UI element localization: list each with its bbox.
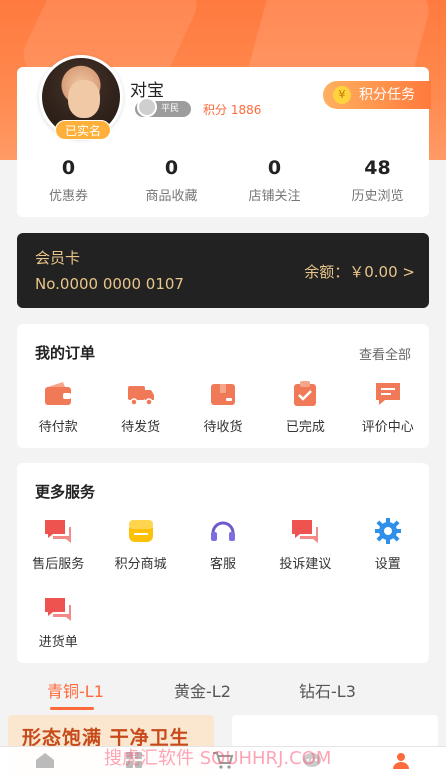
services-title: 更多服务 — [35, 483, 96, 501]
service-label: 客服 — [209, 557, 236, 572]
service-purchase-list[interactable]: 进货单 — [17, 595, 99, 650]
order-label: 评价中心 — [361, 420, 414, 435]
service-label: 投诉建议 — [279, 557, 332, 572]
order-pending-payment[interactable]: 待付款 — [17, 380, 99, 435]
stat-follows[interactable]: 0 店铺关注 — [223, 157, 326, 204]
nav-home[interactable] — [0, 747, 89, 775]
stat-value: 0 — [267, 157, 282, 179]
profile-card: 已实名 对宝 平民 积分 1886 ¥ 积分任务 0 优惠券 0 商品收藏 0 … — [17, 55, 431, 217]
service-points-mall[interactable]: 积分商城 — [99, 517, 181, 572]
crown-icon — [137, 97, 157, 117]
verified-badge: 已实名 — [55, 120, 111, 140]
orders-card: 我的订单 查看全部 待付款 待发货 待收货 已完成 评价中心 — [17, 324, 429, 448]
order-label: 待付款 — [38, 420, 78, 435]
member-card-title: 会员卡 — [35, 249, 81, 267]
member-card-number: No.0000 0000 0107 — [35, 275, 184, 293]
gear-icon — [374, 518, 401, 544]
order-review-center[interactable]: 评价中心 — [347, 380, 429, 435]
level-tabs: 青铜-L1 黄金-L2 钻石-L3 — [0, 672, 446, 712]
stat-value: 0 — [164, 157, 179, 179]
orders-title: 我的订单 — [35, 344, 96, 362]
order-completed[interactable]: 已完成 — [264, 380, 346, 435]
coin-icon: ¥ — [333, 86, 351, 104]
services-row-2: 进货单 — [17, 595, 429, 650]
service-label: 设置 — [374, 557, 401, 572]
stat-coupons[interactable]: 0 优惠券 — [17, 157, 120, 204]
services-card: 更多服务 售后服务 积分商城 客服 投诉建议 设置 进货单 — [17, 463, 429, 663]
points-task-label: 积分任务 — [359, 87, 415, 103]
service-settings[interactable]: 设置 — [347, 517, 429, 572]
order-pending-shipment[interactable]: 待发货 — [99, 380, 181, 435]
service-label: 积分商城 — [114, 557, 167, 572]
member-card[interactable]: 会员卡 No.0000 0000 0107 余额：￥0.00 > — [17, 233, 429, 308]
wallet-icon — [45, 382, 72, 405]
services-row-1: 售后服务 积分商城 客服 投诉建议 设置 — [17, 517, 429, 572]
points-text: 积分 1886 — [203, 103, 262, 117]
view-all-orders-link[interactable]: 查看全部 — [359, 344, 411, 363]
points-task-button[interactable]: ¥ 积分任务 — [323, 81, 431, 109]
member-card-balance[interactable]: 余额：￥0.00 > — [304, 261, 415, 282]
service-after-sales[interactable]: 售后服务 — [17, 517, 99, 572]
watermark: 搜虎汇软件 SOUHHRJ.COM — [104, 748, 332, 769]
service-label: 进货单 — [38, 635, 78, 650]
chat-bubbles-icon — [45, 520, 72, 543]
stat-label: 商品收藏 — [145, 189, 198, 204]
stat-label: 店铺关注 — [248, 189, 301, 204]
order-label: 待收货 — [203, 420, 243, 435]
stat-value: 0 — [61, 157, 76, 179]
clipboard-check-icon — [294, 381, 317, 406]
package-icon — [210, 384, 235, 405]
service-complaints[interactable]: 投诉建议 — [264, 517, 346, 572]
stat-label: 历史浏览 — [351, 189, 404, 204]
tab-diamond[interactable]: 钻石-L3 — [299, 678, 356, 702]
stats-row: 0 优惠券 0 商品收藏 0 店铺关注 48 历史浏览 — [17, 157, 429, 204]
tab-gold[interactable]: 黄金-L2 — [174, 678, 231, 702]
shop-icon — [128, 520, 153, 542]
truck-icon — [127, 386, 154, 406]
home-icon — [35, 753, 54, 768]
chat-bubbles-icon — [45, 598, 72, 621]
service-label: 售后服务 — [32, 557, 85, 572]
nav-profile[interactable] — [357, 747, 446, 775]
order-pending-receipt[interactable]: 待收货 — [182, 380, 264, 435]
comment-icon — [375, 383, 400, 405]
member-level-badge: 平民 — [135, 97, 191, 117]
order-label: 待发货 — [121, 420, 161, 435]
headset-icon — [210, 521, 235, 541]
avatar-face — [68, 80, 100, 118]
service-customer-support[interactable]: 客服 — [182, 517, 264, 572]
active-tab-indicator — [50, 707, 94, 710]
order-label: 已完成 — [285, 420, 325, 435]
user-icon — [393, 753, 410, 769]
orders-icon-row: 待付款 待发货 待收货 已完成 评价中心 — [17, 380, 429, 435]
member-level-label: 平民 — [161, 104, 180, 114]
stat-label: 优惠券 — [48, 189, 88, 204]
stat-history[interactable]: 48 历史浏览 — [326, 157, 429, 204]
chat-bubbles-icon — [292, 520, 319, 543]
stat-value: 48 — [364, 157, 391, 179]
stat-favorites[interactable]: 0 商品收藏 — [120, 157, 223, 204]
tab-bronze[interactable]: 青铜-L1 — [47, 678, 104, 702]
